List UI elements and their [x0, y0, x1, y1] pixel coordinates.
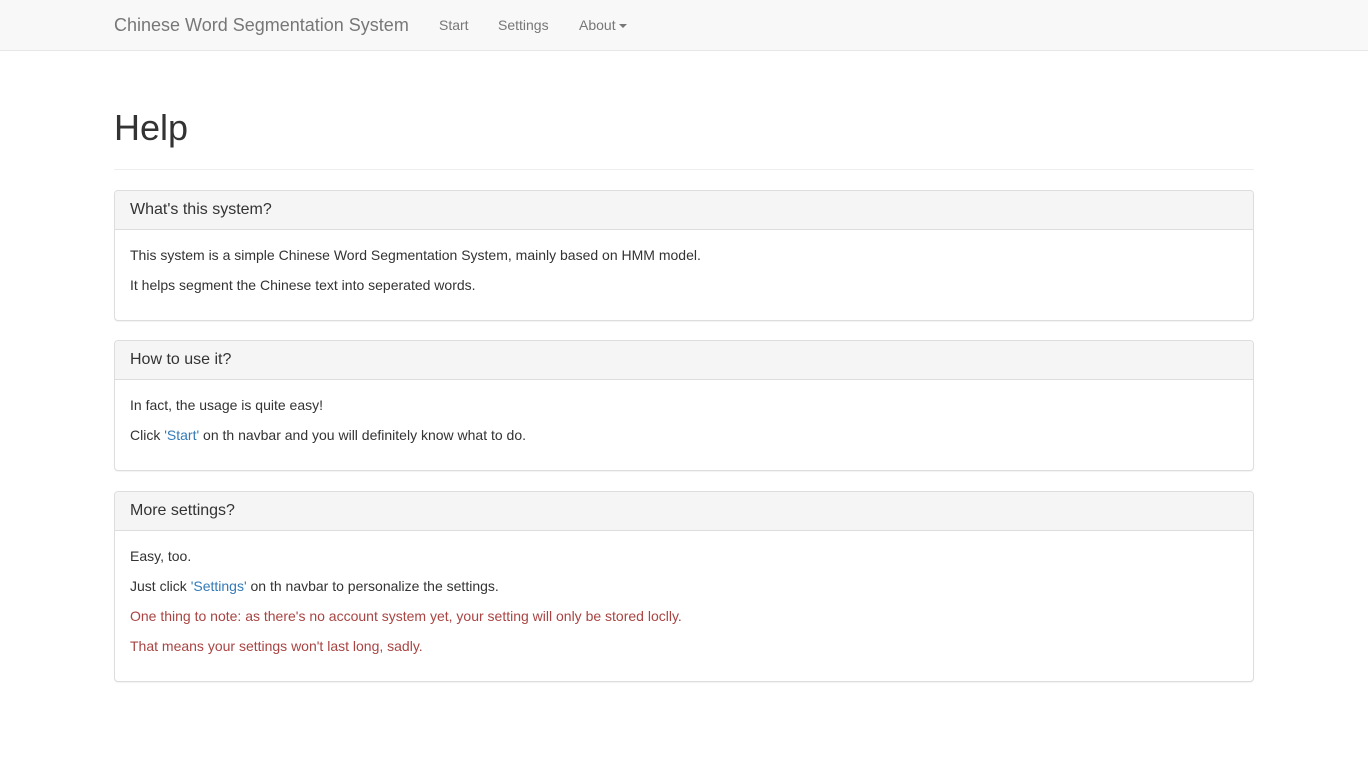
- start-link[interactable]: 'Start': [164, 427, 199, 443]
- warning-text: That means your settings won't last long…: [130, 638, 423, 654]
- panel-text: This system is a simple Chinese Word Seg…: [130, 247, 701, 263]
- panel-text: Click 'Start' on th navbar and you will …: [130, 425, 1238, 445]
- top-navbar: Chinese Word Segmentation System Start S…: [0, 0, 1368, 51]
- panel-text: In fact, the usage is quite easy!: [130, 397, 324, 413]
- text-after-link: on th navbar to personalize the settings…: [246, 578, 499, 594]
- settings-link[interactable]: 'Settings': [191, 578, 247, 594]
- nav-about-label: About: [579, 17, 616, 33]
- panel-body: This system is a simple Chinese Word Seg…: [115, 230, 1253, 295]
- text-before-link: Just click: [130, 578, 191, 594]
- navbar-brand[interactable]: Chinese Word Segmentation System: [114, 14, 409, 36]
- panel-text: It helps segment the Chinese text into s…: [130, 277, 476, 293]
- panel-heading: More settings?: [115, 492, 1253, 531]
- title-divider: [114, 169, 1254, 170]
- panel-text: Just click 'Settings' on th navbar to pe…: [130, 576, 1238, 596]
- panel-heading: What's this system?: [115, 191, 1253, 230]
- panel-how-to-use: How to use it? In fact, the usage is qui…: [114, 340, 1254, 471]
- panel-heading: How to use it?: [115, 341, 1253, 380]
- panel-body: In fact, the usage is quite easy! Click …: [115, 380, 1253, 445]
- page-title: Help: [114, 107, 189, 148]
- nav-settings[interactable]: Settings: [498, 16, 549, 34]
- panel-text: Easy, too.: [130, 548, 192, 564]
- panel-more-settings: More settings? Easy, too. Just click 'Se…: [114, 491, 1254, 682]
- warning-text: One thing to note: as there's no account…: [130, 608, 682, 624]
- text-before-link: Click: [130, 427, 165, 443]
- nav-about-dropdown[interactable]: About: [579, 16, 627, 34]
- caret-down-icon: [618, 24, 627, 29]
- panel-whats-this-system: What's this system? This system is a sim…: [114, 190, 1254, 321]
- panel-body: Easy, too. Just click 'Settings' on th n…: [115, 531, 1253, 656]
- nav-start[interactable]: Start: [439, 16, 469, 34]
- text-after-link: on th navbar and you will definitely kno…: [199, 427, 527, 443]
